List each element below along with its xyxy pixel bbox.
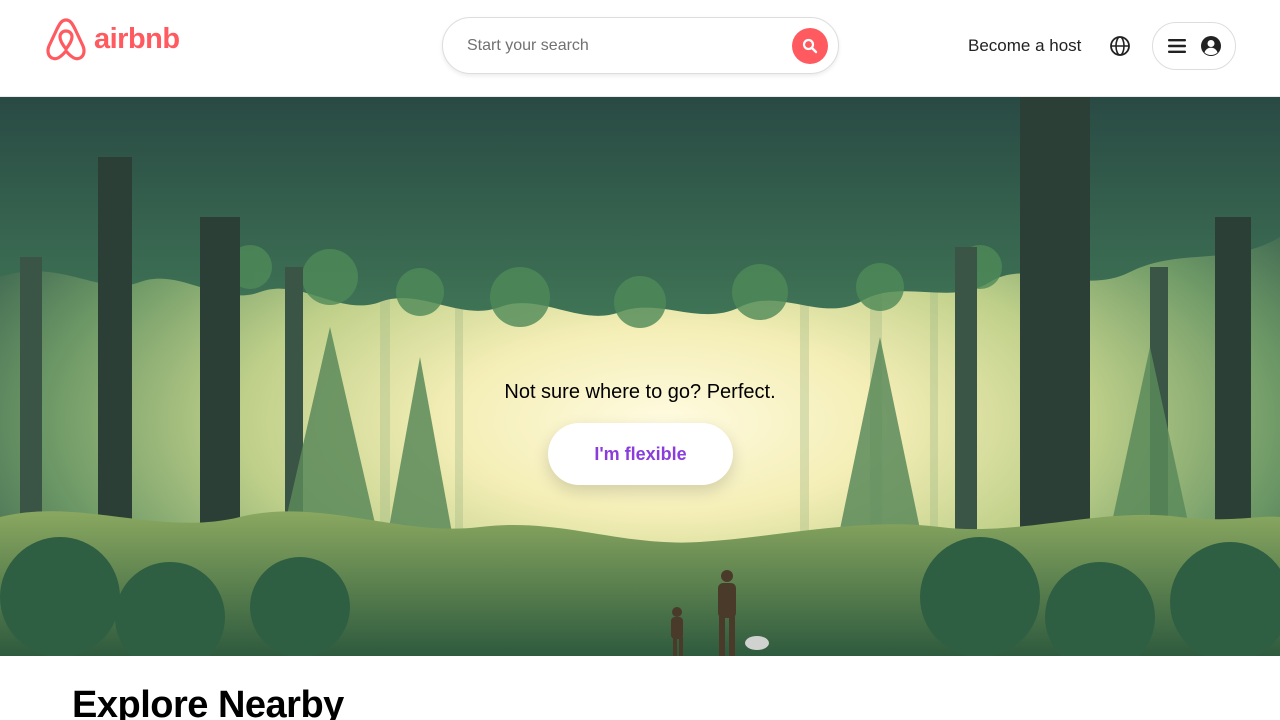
airbnb-logo[interactable]: airbnb (44, 16, 180, 62)
search-icon (802, 38, 818, 54)
forest-illustration (0, 97, 1280, 656)
user-menu-button[interactable] (1152, 22, 1236, 70)
user-avatar-icon (1201, 36, 1221, 56)
hero-tagline: Not sure where to go? Perfect. (504, 381, 776, 403)
become-a-host-link[interactable]: Become a host (968, 34, 1081, 58)
search-input[interactable] (467, 30, 767, 61)
search-bar[interactable] (442, 17, 839, 74)
site-header: airbnb Become a host (0, 0, 1280, 97)
brand-name: airbnb (94, 22, 180, 55)
hero-banner: Not sure where to go? Perfect. I'm flexi… (0, 97, 1280, 656)
explore-nearby-heading: Explore Nearby (72, 684, 344, 720)
im-flexible-button[interactable]: I'm flexible (548, 423, 733, 485)
globe-icon (1110, 36, 1130, 56)
hamburger-icon (1168, 39, 1186, 53)
airbnb-logo-icon (46, 18, 86, 61)
language-button[interactable] (1108, 34, 1132, 58)
search-button[interactable] (792, 28, 828, 64)
